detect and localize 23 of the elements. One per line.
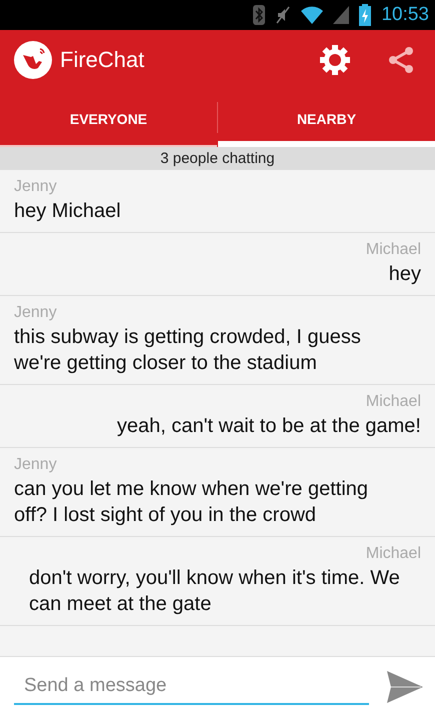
signal-icon (333, 6, 350, 24)
message-text: can you let me know when we're getting off? I lost sight of you in the crowd (14, 477, 370, 528)
sender-name: Jenny (14, 304, 57, 322)
sender-name: Jenny (14, 178, 57, 196)
wifi-icon (301, 6, 324, 24)
share-icon (387, 46, 415, 74)
message-text: this subway is getting crowded, I guess we're getting closer to the stadium (14, 325, 362, 376)
battery-icon (359, 4, 372, 26)
settings-icon (319, 44, 351, 76)
status-time: 10:53 (381, 4, 429, 26)
message-text: hey (388, 262, 421, 287)
message-text: don't worry, you'll know when it's time. We can meet at the gate (29, 566, 401, 617)
muted-icon (275, 5, 292, 25)
sender-name: Michael (366, 241, 421, 259)
sender-name: Michael (366, 393, 421, 411)
bluetooth-icon (253, 5, 266, 25)
app-title: FireChat (60, 47, 146, 73)
message-text: hey Michael (14, 199, 121, 224)
send-icon (387, 671, 423, 703)
chatting-count: 3 people chatting (0, 147, 435, 170)
sender-name: Jenny (14, 456, 57, 474)
message-text: yeah, can't wait to be at the game! (116, 414, 421, 439)
sender-name: Michael (366, 545, 421, 563)
